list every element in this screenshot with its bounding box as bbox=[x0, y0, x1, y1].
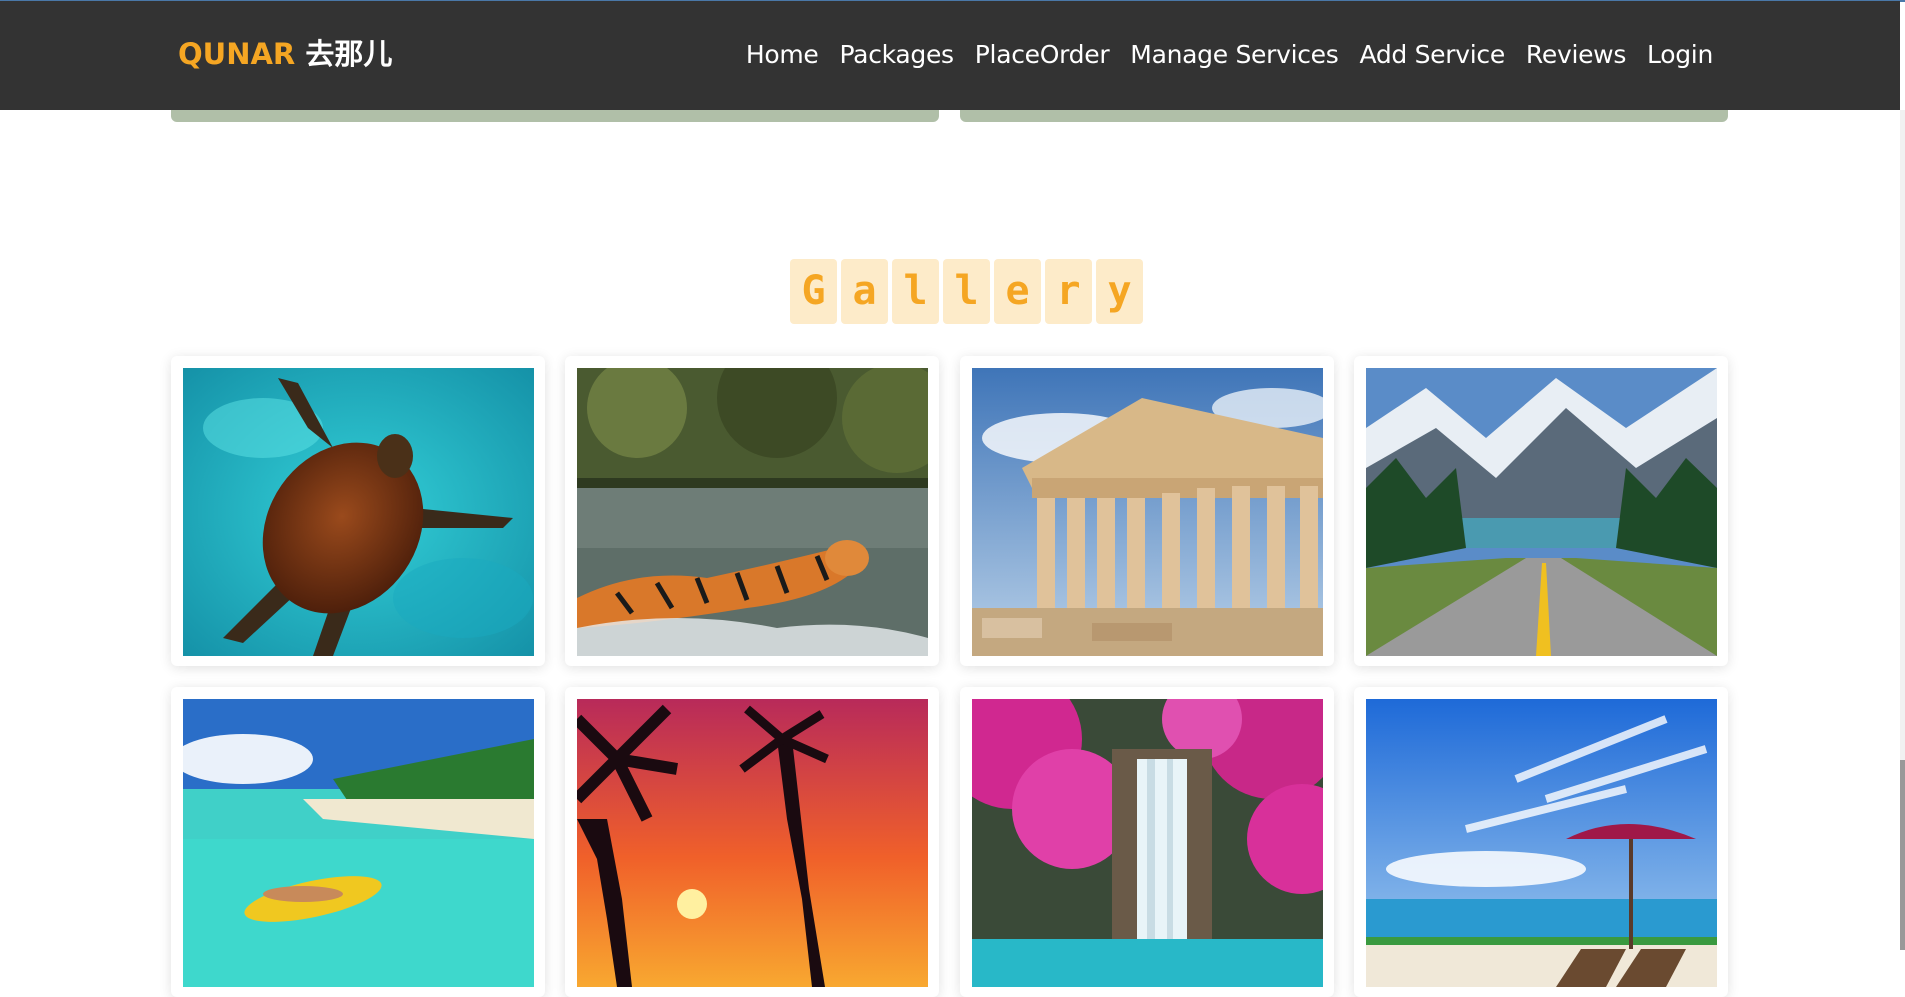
sea-turtle-photo[interactable] bbox=[183, 368, 534, 656]
gallery-tile[interactable] bbox=[960, 356, 1334, 666]
scrollbar-thumb[interactable] bbox=[1900, 760, 1905, 950]
nav-login[interactable]: Login bbox=[1647, 39, 1713, 71]
gallery-title-letter: r bbox=[1045, 259, 1092, 324]
nav-add-service[interactable]: Add Service bbox=[1359, 39, 1505, 71]
tiger-photo[interactable] bbox=[577, 368, 928, 656]
navbar: QUNAR 去那儿 Home Packages PlaceOrder Manag… bbox=[0, 1, 1900, 110]
brand-name-chinese: 去那儿 bbox=[305, 37, 393, 71]
nav-manage-services[interactable]: Manage Services bbox=[1130, 39, 1338, 71]
nav-home[interactable]: Home bbox=[746, 39, 819, 71]
brand-logo[interactable]: QUNAR 去那儿 bbox=[178, 35, 392, 73]
gallery-tile[interactable] bbox=[960, 687, 1334, 997]
nav-place-order[interactable]: PlaceOrder bbox=[975, 39, 1110, 71]
brand-name-latin: QUNAR bbox=[178, 37, 296, 71]
gallery-title-letter: l bbox=[892, 259, 939, 324]
page-scrollbar[interactable] bbox=[1900, 110, 1905, 950]
gallery-tile[interactable] bbox=[171, 687, 545, 997]
gallery-title-letter: G bbox=[790, 259, 837, 324]
nav-reviews[interactable]: Reviews bbox=[1526, 39, 1626, 71]
gallery-title-letter: e bbox=[994, 259, 1041, 324]
gallery-title: G a l l e r y bbox=[790, 259, 1143, 324]
tropical-beach-photo[interactable] bbox=[183, 699, 534, 987]
nav-links: Home Packages PlaceOrder Manage Services… bbox=[746, 39, 1713, 71]
gallery-tile[interactable] bbox=[1354, 687, 1728, 997]
nav-packages[interactable]: Packages bbox=[840, 39, 955, 71]
beach-umbrella-photo[interactable] bbox=[1366, 699, 1717, 987]
gallery-tile[interactable] bbox=[565, 356, 939, 666]
palm-sunset-photo[interactable] bbox=[577, 699, 928, 987]
waterfall-photo[interactable] bbox=[972, 699, 1323, 987]
gallery-title-letter: a bbox=[841, 259, 888, 324]
parthenon-photo[interactable] bbox=[972, 368, 1323, 656]
gallery-title-letter: l bbox=[943, 259, 990, 324]
gallery-title-letter: y bbox=[1096, 259, 1143, 324]
gallery-tile[interactable] bbox=[171, 356, 545, 666]
gallery-tile[interactable] bbox=[565, 687, 939, 997]
mountain-road-photo[interactable] bbox=[1366, 368, 1717, 656]
gallery-tile[interactable] bbox=[1354, 356, 1728, 666]
